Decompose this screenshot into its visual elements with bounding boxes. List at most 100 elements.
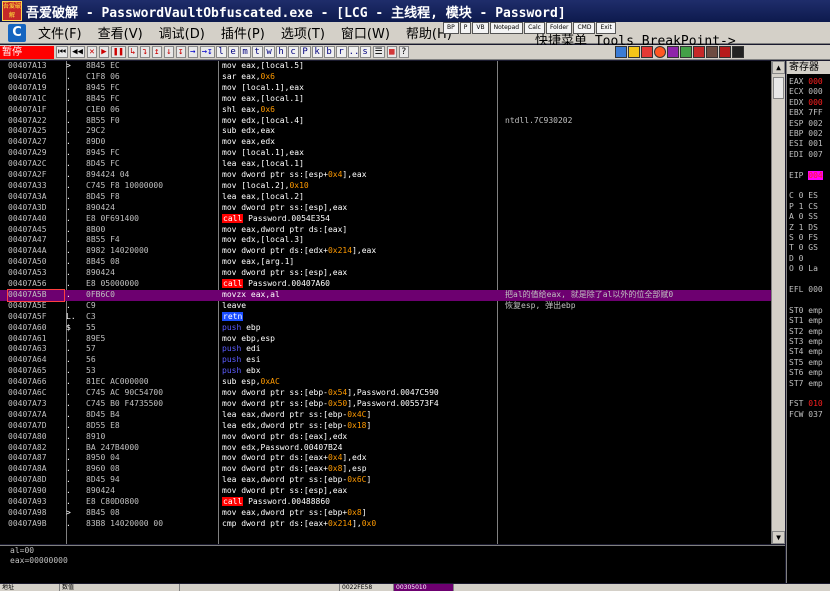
register-line[interactable]: ST6 emp bbox=[789, 368, 823, 378]
breakpoints-window-button[interactable]: b bbox=[323, 46, 335, 58]
disassembly-row[interactable]: 00407A8D. 8D45 94 lea eax,dword ptr ss:[eb… bbox=[0, 475, 771, 486]
disassembly-row[interactable]: 00407A5F L. C3 retn bbox=[0, 311, 771, 323]
disassembly-row[interactable]: 00407A13 >8B45 EC mov eax,[local.5] bbox=[0, 61, 771, 72]
register-line[interactable]: ST0 emp bbox=[789, 306, 823, 316]
disassembly-row[interactable]: 00407A40. E8 0F691400 call Password.0054E3… bbox=[0, 213, 771, 225]
menu-options[interactable]: 选项(T) bbox=[273, 23, 333, 42]
register-line[interactable]: FST 010 bbox=[789, 399, 823, 409]
register-line[interactable]: EBP 002 bbox=[789, 129, 823, 139]
disassembly-row[interactable]: 00407A98 >8B45 08 mov eax,dword ptr ss:[eb… bbox=[0, 508, 771, 519]
disassembly-scrollbar[interactable]: ▲ ▼ bbox=[771, 61, 785, 544]
disassembly-row[interactable]: 00407A64. 56 push esi bbox=[0, 355, 771, 366]
source-window-button[interactable]: s bbox=[359, 46, 371, 58]
system-menu-icon[interactable]: C bbox=[8, 23, 26, 42]
register-line[interactable]: T 0 GS bbox=[789, 243, 818, 253]
disassembly-pane[interactable]: 00407A13 >8B45 EC mov eax,[local.5] 00407A1… bbox=[0, 61, 771, 544]
plugin-logo-icon[interactable] bbox=[719, 46, 731, 58]
close-button[interactable]: ✕ bbox=[86, 46, 97, 58]
disassembly-row[interactable]: 00407A56. E8 05000000 call Password.00407A… bbox=[0, 279, 771, 290]
disassembly-row[interactable]: 00407A61. 89E5 mov ebp,esp bbox=[0, 334, 771, 345]
register-line[interactable]: EAX 000 bbox=[789, 77, 823, 87]
trace-into-button[interactable]: ↥ bbox=[151, 46, 162, 58]
goto-button[interactable]: → bbox=[187, 46, 198, 58]
disassembly-row[interactable]: 00407A7A. 8D45 B4 lea eax,dword ptr ss:[eb… bbox=[0, 410, 771, 421]
run-button[interactable]: ▶ bbox=[98, 46, 109, 58]
disassembly-row[interactable]: 00407A53. 890424 mov dword ptr ss:[esp],ea… bbox=[0, 268, 771, 279]
disassembly-row[interactable]: 00407A8A. 8960 08 mov dword ptr ds:[eax+0x… bbox=[0, 464, 771, 475]
register-line[interactable]: ST3 emp bbox=[789, 337, 823, 347]
disassembly-row[interactable]: 00407A5E. C9 leave 恢复esp, 弹出ebp bbox=[0, 301, 771, 312]
register-line[interactable]: ST4 emp bbox=[789, 347, 823, 357]
disassembly-row[interactable]: 00407A87. 8950 04 mov dword ptr ds:[eax+0x… bbox=[0, 453, 771, 464]
plugin-yellow-icon[interactable] bbox=[628, 46, 640, 58]
disassembly-row[interactable]: 00407A7D. 8D55 E8 lea edx,dword ptr ss:[eb… bbox=[0, 421, 771, 432]
disassembly-row[interactable]: 00407A65. 53 push ebx bbox=[0, 366, 771, 377]
register-line[interactable]: A 0 SS bbox=[789, 212, 818, 222]
register-line[interactable]: O 0 La bbox=[789, 264, 818, 274]
plugin-brown-icon[interactable] bbox=[706, 46, 718, 58]
disassembly-row[interactable]: 00407A2F. 894424 04 mov dword ptr ss:[esp+… bbox=[0, 170, 771, 181]
run-trace-window-button[interactable]: ... bbox=[347, 46, 365, 58]
disassembly-row[interactable]: 00407A29. 8945 FC mov [local.1],eax bbox=[0, 148, 771, 159]
threads-window-button[interactable]: t bbox=[251, 46, 263, 58]
plugin-circle-icon[interactable] bbox=[654, 46, 666, 58]
disassembly-row[interactable]: 00407A1C. 8B45 FC mov eax,[local.1] bbox=[0, 94, 771, 105]
disassembly-row[interactable]: 00407A2C. 8D45 FC lea eax,[local.1] bbox=[0, 159, 771, 170]
scroll-down-icon[interactable]: ▼ bbox=[772, 531, 785, 544]
register-line[interactable]: ESP 002 bbox=[789, 119, 823, 129]
disassembly-row[interactable]: 00407A27. 89D0 mov eax,edx bbox=[0, 137, 771, 148]
log-window-button[interactable]: l bbox=[215, 46, 227, 58]
execute-till-return-button[interactable]: ↧ bbox=[175, 46, 186, 58]
disassembly-row[interactable]: 00407A1F. C1E0 06 shl eax,0x6 bbox=[0, 105, 771, 116]
menu-file[interactable]: 文件(F) bbox=[30, 23, 90, 42]
disassembly-row[interactable]: 00407A22. 8B55 F0 mov edx,[local.4] ntdll.7… bbox=[0, 116, 771, 127]
disassembly-row[interactable]: 00407A90. 890424 mov dword ptr ss:[esp],ea… bbox=[0, 486, 771, 497]
memory-window-button[interactable]: m bbox=[239, 46, 251, 58]
register-line[interactable]: ST2 emp bbox=[789, 327, 823, 337]
disassembly-row[interactable]: 00407A45. 8B00 mov eax,dword ptr ds:[eax] bbox=[0, 225, 771, 236]
disassembly-row[interactable]: 00407A33. C745 F8 10000000 mov [local.2],0… bbox=[0, 181, 771, 192]
disassembly-row[interactable]: 00407A73. C745 B0 F4735500 mov dword ptr s… bbox=[0, 399, 771, 410]
disassembly-row[interactable]: 00407A5B. 0FB6C0 movzx eax,al 把al的值给eax, 就是… bbox=[0, 288, 771, 302]
register-line[interactable]: EDI 007 bbox=[789, 150, 823, 160]
pause-button[interactable]: ❚❚ bbox=[110, 46, 126, 58]
disassembly-row[interactable]: 00407A66. 81EC AC000000 sub esp,0xAC bbox=[0, 377, 771, 388]
menu-window[interactable]: 窗口(W) bbox=[333, 23, 398, 42]
disassembly-row[interactable]: 00407A82. BA 247B4000 mov edx,Password.004… bbox=[0, 443, 771, 454]
disassembly-row[interactable]: 00407A16. C1F8 06 sar eax,0x6 bbox=[0, 72, 771, 83]
callstack-window-button[interactable]: k bbox=[311, 46, 323, 58]
register-line[interactable]: P 1 CS bbox=[789, 202, 818, 212]
register-line[interactable]: C 0 ES bbox=[789, 191, 818, 201]
plugin-darkred-icon[interactable] bbox=[693, 46, 705, 58]
register-line[interactable]: Z 1 DS bbox=[789, 223, 818, 233]
disassembly-row[interactable]: 00407A25. 29C2 sub edx,eax bbox=[0, 126, 771, 137]
disassembly-row[interactable]: 00407A50. 8B45 08 mov eax,[arg.1] bbox=[0, 257, 771, 268]
disassembly-row[interactable]: 00407A4A. 8982 14020000 mov dword ptr ds:[… bbox=[0, 246, 771, 257]
disassembly-row[interactable]: 00407A19. 8945 FC mov [local.1],eax bbox=[0, 83, 771, 94]
register-line[interactable]: EFL 000 bbox=[789, 285, 823, 295]
disassembly-row[interactable]: 00407A9B. 83B8 14020000 00 cmp dword ptr d… bbox=[0, 519, 771, 530]
disassembly-row[interactable]: 00407A80. 8910 mov dword ptr ds:[eax],edx bbox=[0, 432, 771, 443]
register-line[interactable]: S 0 FS bbox=[789, 233, 818, 243]
disassembly-row[interactable]: 00407A60 $55 push ebp bbox=[0, 323, 771, 334]
register-line[interactable]: ST7 emp bbox=[789, 379, 823, 389]
quick-p-button[interactable]: P bbox=[459, 22, 472, 34]
disassembly-row[interactable]: 00407A47. 8B55 F4 mov edx,[local.3] bbox=[0, 235, 771, 246]
register-line[interactable]: EIP 004 bbox=[789, 170, 823, 181]
plugin-blue-icon[interactable] bbox=[615, 46, 627, 58]
register-line[interactable]: D 0 bbox=[789, 254, 803, 264]
plugin-green-icon[interactable] bbox=[680, 46, 692, 58]
step-into-button[interactable]: ↳ bbox=[127, 46, 138, 58]
step-over-button[interactable]: ↴ bbox=[139, 46, 150, 58]
registers-pane[interactable]: 寄存器 EAX 000 ECX 000 EDX 000 EBX 7FF ESP 002 E… bbox=[786, 61, 830, 583]
disassembly-row[interactable]: 00407A93. E8 C80D0800 call Password.004888… bbox=[0, 497, 771, 508]
disassembly-row[interactable]: 00407A6C. C745 AC 90C54700 mov dword ptr s… bbox=[0, 388, 771, 399]
references-window-button[interactable]: r bbox=[335, 46, 347, 58]
menu-plugins[interactable]: 插件(P) bbox=[213, 23, 273, 42]
quick-vb-button[interactable]: VB bbox=[472, 22, 489, 34]
disassembly-row[interactable]: 00407A63. 57 push edi bbox=[0, 344, 771, 355]
scroll-thumb[interactable] bbox=[773, 77, 784, 99]
register-line[interactable]: EBX 7FF bbox=[789, 108, 823, 118]
quick-bp-button[interactable]: BP bbox=[443, 22, 459, 34]
app-logo-icon[interactable]: 吾爱破解 bbox=[2, 1, 22, 21]
